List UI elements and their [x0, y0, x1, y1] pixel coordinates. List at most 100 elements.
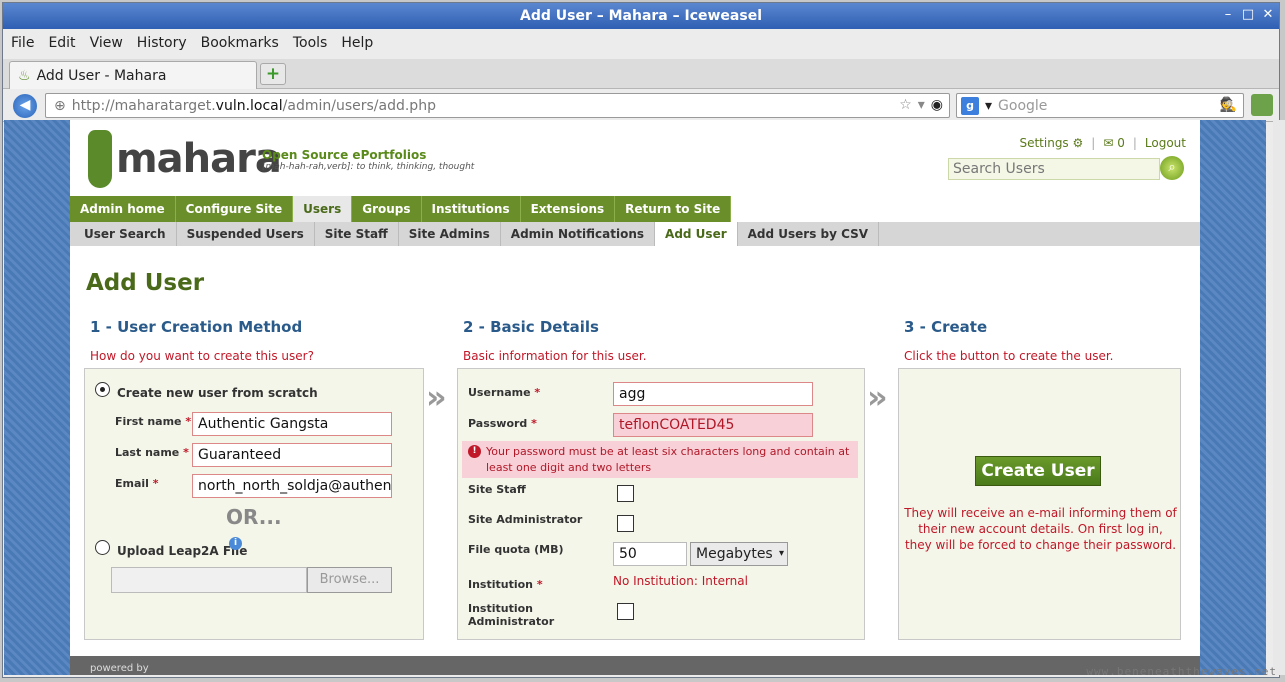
globe-icon: ⊕ [54, 97, 66, 114]
basic-details-box: Username * agg Password * teflonCOATED45… [457, 368, 865, 640]
radio-create-scratch[interactable] [95, 382, 110, 397]
password-error: ! Your password must be at least six cha… [462, 441, 858, 478]
subnav-user-search[interactable]: User Search [74, 222, 177, 246]
page-title: Add User [86, 270, 205, 296]
select-arrow-icon: ▾ [778, 548, 784, 559]
tab-add-user[interactable]: ♨ Add User - Mahara [9, 61, 257, 89]
powered-by-text: powered by [90, 663, 149, 674]
username-field[interactable]: agg [613, 382, 813, 406]
subnav-add-user[interactable]: Add User [655, 222, 738, 246]
window-controls: – □ ✕ [1221, 3, 1275, 29]
dropdown-arrow-icon[interactable]: ▾ [918, 97, 925, 113]
quota-label: File quota (MB) [468, 543, 564, 556]
menu-view[interactable]: View [90, 35, 123, 51]
new-tab-button[interactable]: + [260, 63, 286, 85]
reload-icon[interactable]: ◉ [931, 97, 943, 113]
institution-label: Institution * [468, 578, 543, 591]
nav-extensions[interactable]: Extensions [520, 196, 616, 222]
web-search-placeholder: Google [998, 97, 1048, 114]
siteadmin-label: Site Administrator [468, 513, 583, 526]
siteadmin-checkbox[interactable] [617, 515, 634, 532]
search-engine-dropdown-icon[interactable]: ▾ [985, 98, 992, 114]
watermark: www.beneneaththewaves.net [1086, 665, 1277, 678]
settings-link[interactable]: Settings ⚙ [1019, 136, 1083, 150]
email-field[interactable]: north_north_soldja@authentic [192, 474, 392, 498]
menu-help[interactable]: Help [341, 35, 373, 51]
info-icon[interactable]: i [229, 537, 242, 550]
firstname-field[interactable]: Authentic Gangsta [192, 412, 392, 436]
menu-history[interactable]: History [137, 35, 187, 51]
nav-return-to-site[interactable]: Return to Site [615, 196, 732, 222]
tab-strip: ♨ Add User - Mahara + [3, 59, 1279, 89]
quota-unit-select[interactable]: Megabytes ▾ [690, 542, 788, 566]
logo-wordmark: mahara [116, 136, 282, 182]
window-title: Add User – Mahara – Iceweasel [520, 8, 762, 24]
vertical-scrollbar[interactable] [1273, 120, 1285, 675]
spy-icon[interactable]: 🕵 [1220, 97, 1237, 113]
nav-institutions[interactable]: Institutions [421, 196, 521, 222]
col1-description: How do you want to create this user? [90, 349, 314, 363]
user-creation-method-box: Create new user from scratch First name … [84, 368, 424, 640]
col2-description: Basic information for this user. [463, 349, 647, 363]
radio-upload-leap2a[interactable] [95, 540, 110, 555]
search-go-button[interactable]: ⌕ [1160, 156, 1184, 180]
minimize-icon[interactable]: – [1221, 8, 1235, 23]
menu-file[interactable]: File [11, 35, 34, 51]
instadmin-label: Institution Administrator [468, 602, 555, 628]
create-user-button[interactable]: Create User [975, 456, 1101, 486]
bookmark-star-icon[interactable]: ☆ [899, 97, 912, 113]
subnav-admin-notifications[interactable]: Admin Notifications [501, 222, 656, 246]
institution-value: No Institution: Internal [613, 574, 748, 588]
browse-button[interactable]: Browse... [307, 567, 392, 593]
url-text: http://maharatarget.vuln.local/admin/use… [71, 97, 436, 114]
sitestaff-checkbox[interactable] [617, 485, 634, 502]
nav-groups[interactable]: Groups [352, 196, 422, 222]
title-bar: Add User – Mahara – Iceweasel – □ ✕ [3, 3, 1279, 29]
web-search-field[interactable]: g ▾ Google 🕵 [956, 93, 1244, 118]
file-path-field[interactable] [111, 567, 307, 593]
subnav-site-staff[interactable]: Site Staff [315, 222, 399, 246]
password-error-text: Your password must be at least six chara… [486, 445, 850, 474]
menu-tools[interactable]: Tools [293, 35, 328, 51]
mahara-logo[interactable]: mahara [88, 130, 282, 188]
close-icon[interactable]: ✕ [1261, 8, 1275, 23]
search-engine-icon[interactable]: g [961, 96, 979, 115]
nav-admin-home[interactable]: Admin home [70, 196, 176, 222]
top-links: Settings ⚙ | ✉ 0 | Logout [1019, 136, 1186, 150]
page-viewport: mahara Open Source ePortfolios [mah-hah-… [4, 120, 1266, 675]
url-bar[interactable]: ⊕ http://maharatarget.vuln.local/admin/u… [45, 93, 950, 118]
username-label: Username * [468, 386, 541, 399]
search-users-input[interactable]: Search Users [948, 158, 1160, 180]
logout-link[interactable]: Logout [1145, 136, 1186, 150]
subnav-add-users-by-csv[interactable]: Add Users by CSV [738, 222, 880, 246]
messages-link[interactable]: ✉ 0 [1103, 136, 1125, 150]
separator: | [1132, 136, 1137, 150]
gear-icon: ⚙ [1072, 136, 1084, 150]
menu-bookmarks[interactable]: Bookmarks [201, 35, 279, 51]
addon-icon[interactable] [1251, 94, 1273, 116]
lastname-field[interactable]: Guaranteed [192, 443, 392, 467]
nav-configure-site[interactable]: Configure Site [175, 196, 294, 222]
subnav-suspended-users[interactable]: Suspended Users [177, 222, 315, 246]
mahara-favicon-icon: ♨ [18, 67, 31, 84]
col2-heading: 2 - Basic Details [463, 318, 599, 336]
instadmin-checkbox[interactable] [617, 603, 634, 620]
subtagline: [mah-hah-rah,verb]: to think, thinking, … [262, 162, 475, 172]
quota-field[interactable]: 50 [613, 542, 687, 566]
subnav-site-admins[interactable]: Site Admins [399, 222, 501, 246]
mahara-page: mahara Open Source ePortfolios [mah-hah-… [70, 120, 1200, 675]
back-button[interactable]: ◀ [13, 94, 37, 118]
step-arrow-icon: » [426, 378, 447, 416]
mahara-leaf-icon [88, 130, 112, 188]
nav-users[interactable]: Users [293, 196, 353, 222]
maximize-icon[interactable]: □ [1241, 8, 1255, 23]
main-nav: Admin home Configure Site Users Groups I… [70, 196, 732, 222]
tagline: Open Source ePortfolios [262, 148, 427, 162]
menu-edit[interactable]: Edit [48, 35, 75, 51]
error-icon: ! [468, 445, 481, 458]
password-field[interactable]: teflonCOATED45 [613, 413, 813, 437]
col3-heading: 3 - Create [904, 318, 988, 336]
option-leap-label: Upload Leap2A File [117, 544, 248, 558]
search-icon: ⌕ [1168, 160, 1176, 175]
password-label: Password * [468, 417, 537, 430]
